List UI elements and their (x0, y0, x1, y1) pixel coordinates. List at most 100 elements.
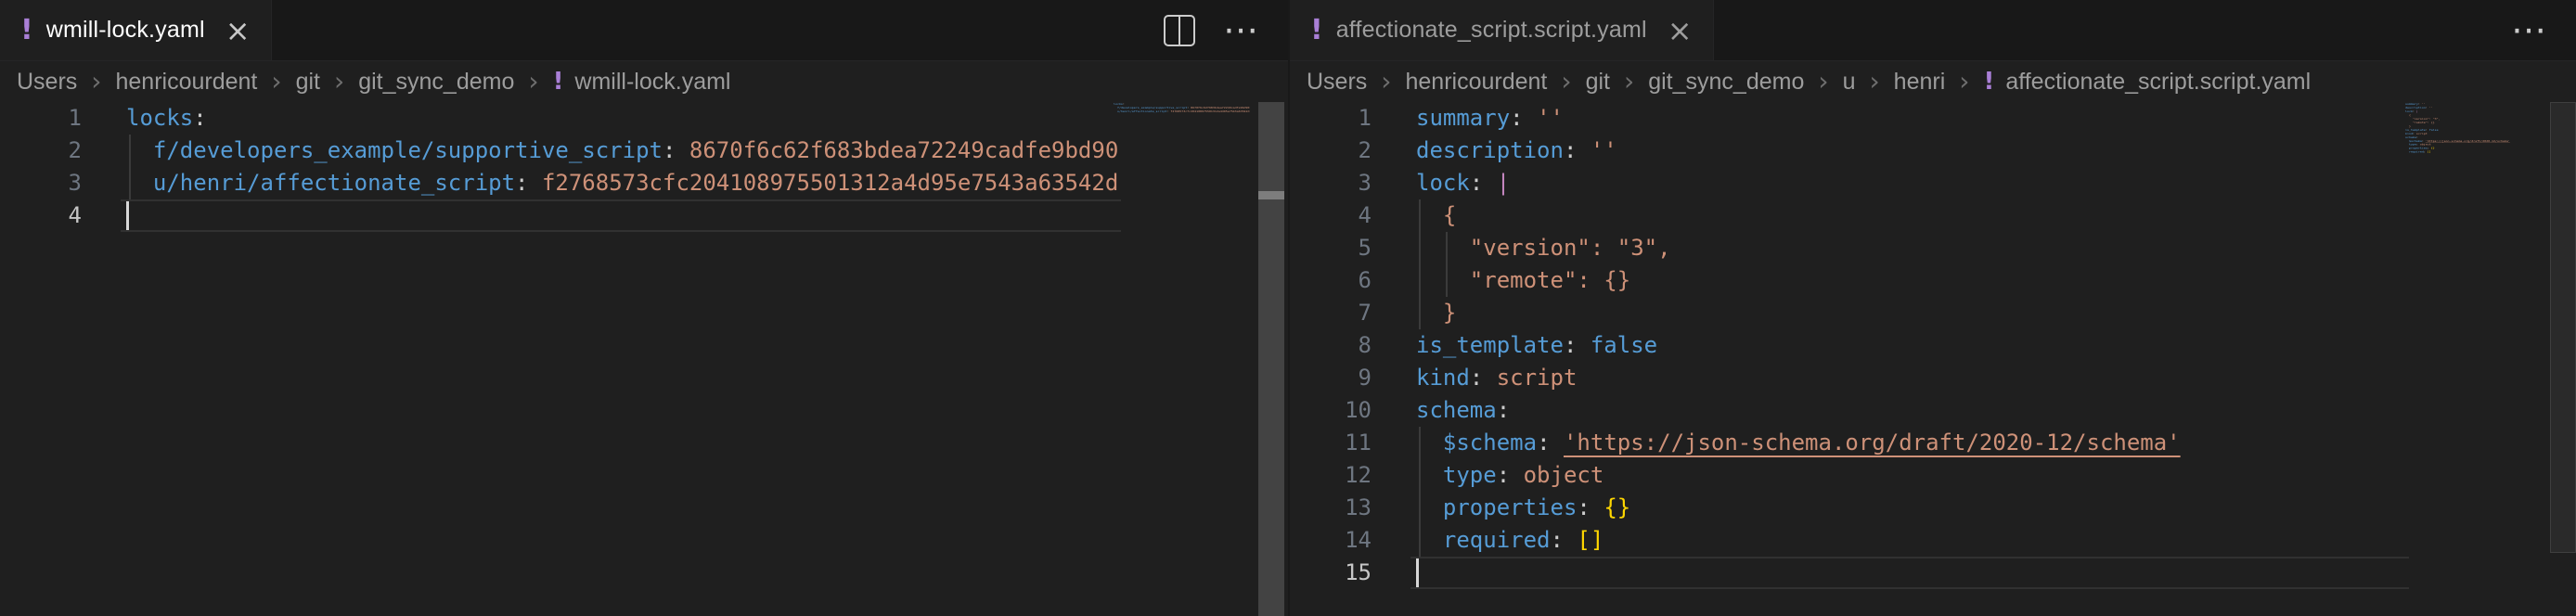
more-actions-icon[interactable]: ⋯ (1223, 19, 1260, 41)
code-line[interactable]: 4 { (1290, 199, 2409, 232)
line-number[interactable]: 3 (1290, 167, 1372, 199)
minimap-token: [] (2428, 150, 2431, 153)
code-line[interactable]: 11 $schema: 'https://json-schema.org/dra… (1290, 427, 2409, 459)
code-line-content[interactable] (126, 199, 1121, 232)
code-line[interactable]: 2 f/developers_example/supportive_script… (0, 135, 1121, 167)
chevron-right-icon: › (1381, 69, 1391, 95)
code-line-content[interactable]: f/developers_example/supportive_script: … (126, 135, 1121, 167)
text-cursor (1416, 558, 1419, 587)
tab-wmill-lock-yaml[interactable]: ! wmill-lock.yaml × (0, 0, 272, 60)
code-line[interactable]: 6 "remote": {} (1290, 264, 2409, 297)
breadcrumb-item[interactable]: git_sync_demo (358, 69, 514, 96)
code-token: {} (1604, 494, 1630, 520)
line-number[interactable]: 10 (1290, 394, 1372, 427)
breadcrumb-item[interactable]: Users (17, 69, 77, 96)
code-line-content[interactable]: properties: {} (1416, 492, 2409, 524)
code-line-content[interactable]: $schema: 'https://json-schema.org/draft/… (1416, 427, 2409, 459)
code-line-content[interactable]: kind: script (1416, 362, 2409, 394)
breadcrumb-item[interactable]: git (1586, 69, 1610, 96)
line-number[interactable]: 8 (1290, 329, 1372, 362)
code-line-content[interactable]: "remote": {} (1416, 264, 2409, 297)
split-editor-icon[interactable] (1164, 15, 1195, 46)
code-token: : (1470, 365, 1483, 391)
indent-guide (1419, 297, 1421, 329)
code-line-content[interactable]: summary: '' (1416, 102, 2409, 135)
code-line[interactable]: 10 schema: (1290, 394, 2409, 427)
code-line-content[interactable]: } (1416, 297, 2409, 329)
line-number[interactable]: 9 (1290, 362, 1372, 394)
code-line-content[interactable]: { (1416, 199, 2409, 232)
minimap-slider[interactable] (2550, 102, 2576, 553)
code-line-content[interactable]: type: object (1416, 459, 2409, 492)
line-number[interactable]: 1 (1290, 102, 1372, 135)
code-line[interactable]: 12 type: object (1290, 459, 2409, 492)
minimap[interactable]: locks: f/developers_example/supportive_s… (1114, 102, 1260, 616)
scrollbar-thumb[interactable] (1258, 191, 1284, 199)
breadcrumb-item[interactable]: Users (1307, 69, 1367, 96)
code-line-content[interactable]: description: '' (1416, 135, 2409, 167)
code-line[interactable]: 2 description: '' (1290, 135, 2409, 167)
code-line[interactable]: 15 (1290, 557, 2409, 589)
code-token (1416, 235, 1470, 261)
code-line-content[interactable]: is_template: false (1416, 329, 2409, 362)
editor-left[interactable]: 1locks:2 f/developers_example/supportive… (0, 102, 1288, 616)
line-number[interactable]: 2 (1290, 135, 1372, 167)
code-line-content[interactable]: lock: | (1416, 167, 2409, 199)
schema-url-link[interactable]: 'https://json-schema.org/draft/2020-12/s… (1564, 430, 2181, 456)
close-tab-icon[interactable]: × (1668, 16, 1693, 45)
code-line-content[interactable]: locks: (126, 102, 1121, 135)
breadcrumb-item[interactable]: git (296, 69, 320, 96)
breadcrumb-file-item[interactable]: !affectionate_script.script.yaml (1983, 68, 2311, 96)
line-number[interactable]: 4 (0, 199, 82, 232)
code-line[interactable]: 14 required: [] (1290, 524, 2409, 557)
line-number[interactable]: 13 (1290, 492, 1372, 524)
minimap-token: 'https://json-schema.org/draft/2020-12/s… (2426, 139, 2510, 142)
minimap-token: '' (2422, 102, 2426, 105)
code-line[interactable]: 3 u/henri/affectionate_script: f2768573c… (0, 167, 1121, 199)
code-line-content[interactable]: "version": "3", (1416, 232, 2409, 264)
code-line[interactable]: 7 } (1290, 297, 2409, 329)
code-line[interactable]: 4 (0, 199, 1121, 232)
indent-guide (1419, 492, 1421, 524)
code-area[interactable]: 1locks:2 f/developers_example/supportive… (0, 102, 1121, 232)
line-number[interactable]: 12 (1290, 459, 1372, 492)
line-number[interactable]: 4 (1290, 199, 1372, 232)
code-token: type (1443, 462, 1497, 488)
breadcrumb-item[interactable]: git_sync_demo (1648, 69, 1804, 96)
line-number[interactable]: 14 (1290, 524, 1372, 557)
code-line-content[interactable] (1416, 557, 2409, 589)
breadcrumb-item[interactable]: henri (1894, 69, 1946, 96)
breadcrumb-file-item[interactable]: !wmill-lock.yaml (553, 68, 731, 96)
breadcrumb-item[interactable]: u (1843, 69, 1856, 96)
line-number[interactable]: 1 (0, 102, 82, 135)
breadcrumb-item[interactable]: henricourdent (1406, 69, 1548, 96)
code-line-content[interactable]: u/henri/affectionate_script: f2768573cfc… (126, 167, 1121, 199)
editor-right[interactable]: 1summary: ''2description: ''3lock: |4 {5… (1290, 102, 2576, 616)
code-line[interactable]: 9 kind: script (1290, 362, 2409, 394)
scrollbar[interactable] (1258, 102, 1284, 616)
code-line[interactable]: 8 is_template: false (1290, 329, 2409, 362)
code-line-content[interactable]: schema: (1416, 394, 2409, 427)
code-area[interactable]: 1summary: ''2description: ''3lock: |4 {5… (1290, 102, 2409, 589)
line-number[interactable]: 2 (0, 135, 82, 167)
line-number[interactable]: 15 (1290, 557, 1372, 589)
code-token: description (1416, 137, 1564, 163)
tab-affectionate-script-yaml[interactable]: ! affectionate_script.script.yaml × (1290, 0, 1714, 60)
line-number[interactable]: 5 (1290, 232, 1372, 264)
close-tab-icon[interactable]: × (225, 16, 251, 45)
indent-guide (1419, 264, 1421, 297)
code-line-content[interactable]: required: [] (1416, 524, 2409, 557)
code-line[interactable]: 13 properties: {} (1290, 492, 2409, 524)
line-number[interactable]: 3 (0, 167, 82, 199)
code-line[interactable]: 5 "version": "3", (1290, 232, 2409, 264)
line-number[interactable]: 11 (1290, 427, 1372, 459)
breadcrumb-item[interactable]: henricourdent (116, 69, 258, 96)
minimap[interactable]: summary: ''description: ''lock: | { "ver… (2405, 102, 2515, 616)
code-line[interactable]: 1 summary: '' (1290, 102, 2409, 135)
line-number[interactable]: 7 (1290, 297, 1372, 329)
more-actions-icon[interactable]: ⋯ (2511, 19, 2548, 41)
code-line[interactable]: 1 locks: (0, 102, 1121, 135)
code-line[interactable]: 3 lock: | (1290, 167, 2409, 199)
line-number[interactable]: 6 (1290, 264, 1372, 297)
indent-guide (1446, 232, 1448, 264)
